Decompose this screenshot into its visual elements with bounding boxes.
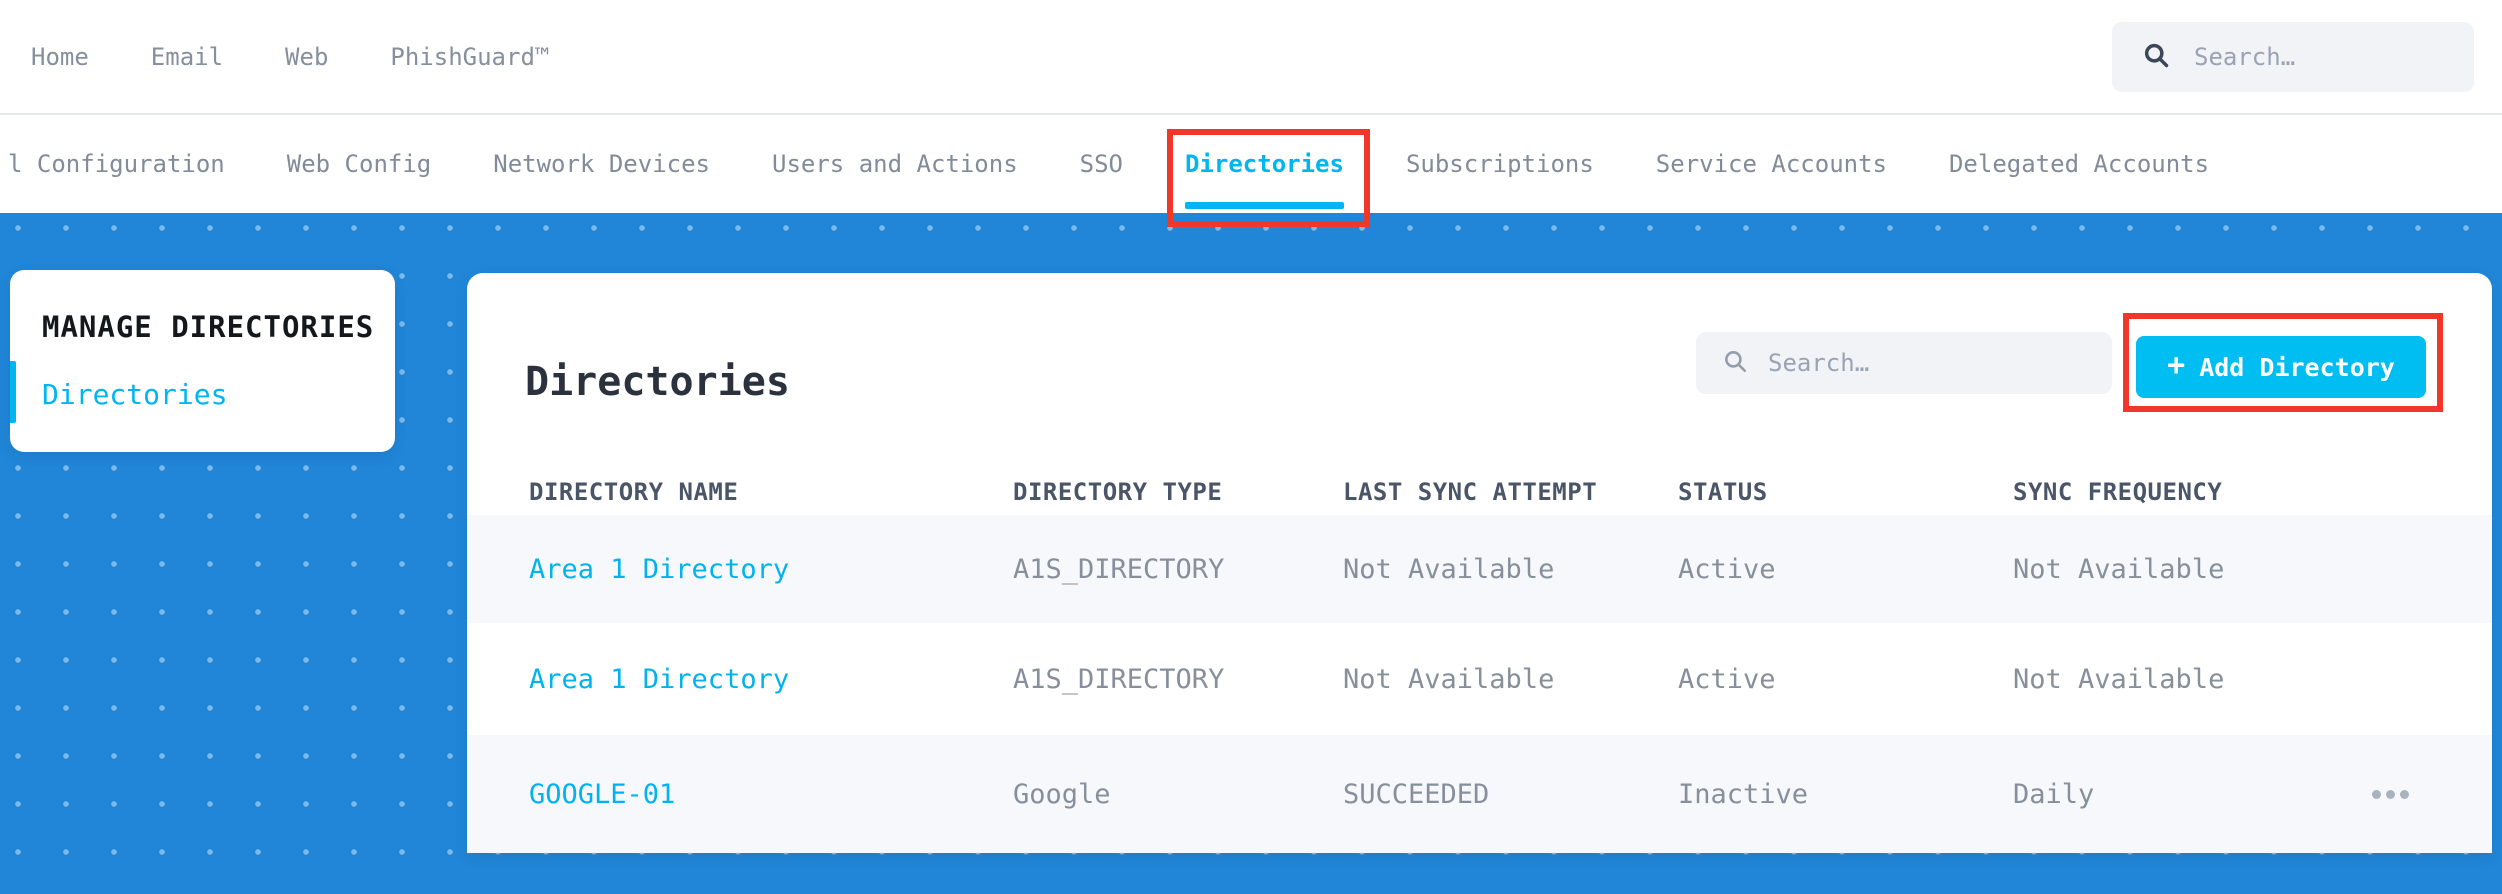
directories-panel: Directories + Add Directory [467,273,2492,853]
last-sync-cell: Not Available [1343,664,1678,695]
col-last-sync-attempt: LAST SYNC ATTEMPT [1343,478,1678,506]
directory-name-link[interactable]: Area 1 Directory [529,664,1013,695]
tab-service-accounts[interactable]: Service Accounts [1656,115,1887,213]
table-header-row: DIRECTORY NAME DIRECTORY TYPE LAST SYNC … [467,468,2492,515]
sidebar-item-label: Directories [42,378,227,411]
sync-frequency-cell: Not Available [2013,664,2361,695]
tab-sso[interactable]: SSO [1080,115,1123,213]
status-cell: Active [1678,554,2013,585]
add-directory-button[interactable]: + Add Directory [2136,336,2426,398]
sidebar-heading: MANAGE DIRECTORIES [42,310,375,344]
tab-configuration[interactable]: l Configuration [8,115,225,213]
col-directory-name: DIRECTORY NAME [529,478,1013,506]
topnav-web[interactable]: Web [285,43,328,71]
tab-subscriptions[interactable]: Subscriptions [1406,115,1594,213]
topnav-email[interactable]: Email [151,43,223,71]
tabbar: l Configuration Web Config Network Devic… [0,115,2502,213]
table-row: GOOGLE-01 Google SUCCEEDED Inactive Dail… [467,735,2492,853]
last-sync-cell: Not Available [1343,554,1678,585]
active-tab-underline [1185,202,1344,209]
row-menu-ellipsis-icon[interactable] [2372,790,2414,799]
global-search[interactable] [2112,22,2474,92]
tab-directories-label: Directories [1185,150,1344,178]
tab-directories[interactable]: Directories [1185,115,1344,213]
directories-search[interactable] [1696,332,2112,394]
directory-type-cell: A1S_DIRECTORY [1013,554,1343,585]
directory-type-cell: Google [1013,779,1343,810]
status-cell: Inactive [1678,779,2013,810]
topnav-home[interactable]: Home [31,43,89,71]
top-navigation: Home Email Web PhishGuard™ [31,43,549,71]
tab-delegated-accounts[interactable]: Delegated Accounts [1949,115,2209,213]
col-status: STATUS [1678,478,2013,506]
sidebar-active-indicator [10,361,16,423]
sync-frequency-cell: Not Available [2013,554,2361,585]
last-sync-cell: SUCCEEDED [1343,779,1678,810]
global-search-input[interactable] [2194,43,2454,71]
col-sync-frequency: SYNC FREQUENCY [2013,478,2361,506]
sidebar-item-directories[interactable]: Directories [42,378,375,411]
tab-web-config[interactable]: Web Config [287,115,432,213]
directory-name-link[interactable]: Area 1 Directory [529,554,1013,585]
topbar: Home Email Web PhishGuard™ [0,0,2502,115]
add-directory-label: Add Directory [2199,353,2395,382]
status-cell: Active [1678,664,2013,695]
topnav-phishguard[interactable]: PhishGuard™ [390,43,549,71]
directories-search-input[interactable] [1768,349,2096,377]
tab-users-and-actions[interactable]: Users and Actions [772,115,1018,213]
search-icon [2142,41,2170,73]
table-row: Area 1 Directory A1S_DIRECTORY Not Avail… [467,623,2492,735]
sidebar-card: MANAGE DIRECTORIES Directories [10,270,395,452]
content-area: MANAGE DIRECTORIES Directories Directori… [0,213,2502,894]
directories-table: DIRECTORY NAME DIRECTORY TYPE LAST SYNC … [467,468,2492,853]
search-icon [1722,348,1748,378]
directory-name-link[interactable]: GOOGLE-01 [529,779,1013,810]
screen: Home Email Web PhishGuard™ l Configurati… [0,0,2502,894]
directory-type-cell: A1S_DIRECTORY [1013,664,1343,695]
plus-icon: + [2167,351,2185,381]
page-title: Directories [525,359,790,405]
tab-network-devices[interactable]: Network Devices [493,115,710,213]
table-row: Area 1 Directory A1S_DIRECTORY Not Avail… [467,515,2492,623]
add-directory-wrapper: + Add Directory [2136,336,2426,398]
sync-frequency-cell: Daily [2013,779,2361,810]
col-directory-type: DIRECTORY TYPE [1013,478,1343,506]
